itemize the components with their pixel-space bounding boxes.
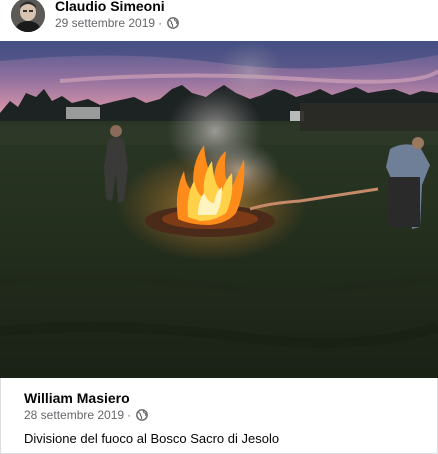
profile-photo (11, 0, 45, 32)
shared-post-text: Divisione del fuoco al Bosco Sacro di Je… (24, 431, 280, 446)
post-author-name[interactable]: Claudio Simeoni (55, 0, 165, 14)
post-meta: 29 settembre 2019 · (55, 16, 179, 30)
bonfire-photo (0, 41, 438, 378)
shared-author-name[interactable]: William Masiero (24, 390, 130, 406)
avatar[interactable] (11, 0, 45, 32)
post-date[interactable]: 29 settembre 2019 (55, 16, 155, 30)
post-header: Claudio Simeoni 29 settembre 2019 · (0, 0, 438, 40)
post-photo[interactable] (0, 41, 438, 378)
shared-post-card[interactable]: William Masiero 28 settembre 2019 · Divi… (0, 378, 438, 454)
meta-separator: · (127, 408, 132, 422)
meta-separator: · (158, 16, 163, 30)
shared-date[interactable]: 28 settembre 2019 (24, 408, 124, 422)
globe-icon[interactable] (136, 409, 148, 421)
globe-icon[interactable] (167, 17, 179, 29)
shared-meta: 28 settembre 2019 · (24, 408, 148, 422)
